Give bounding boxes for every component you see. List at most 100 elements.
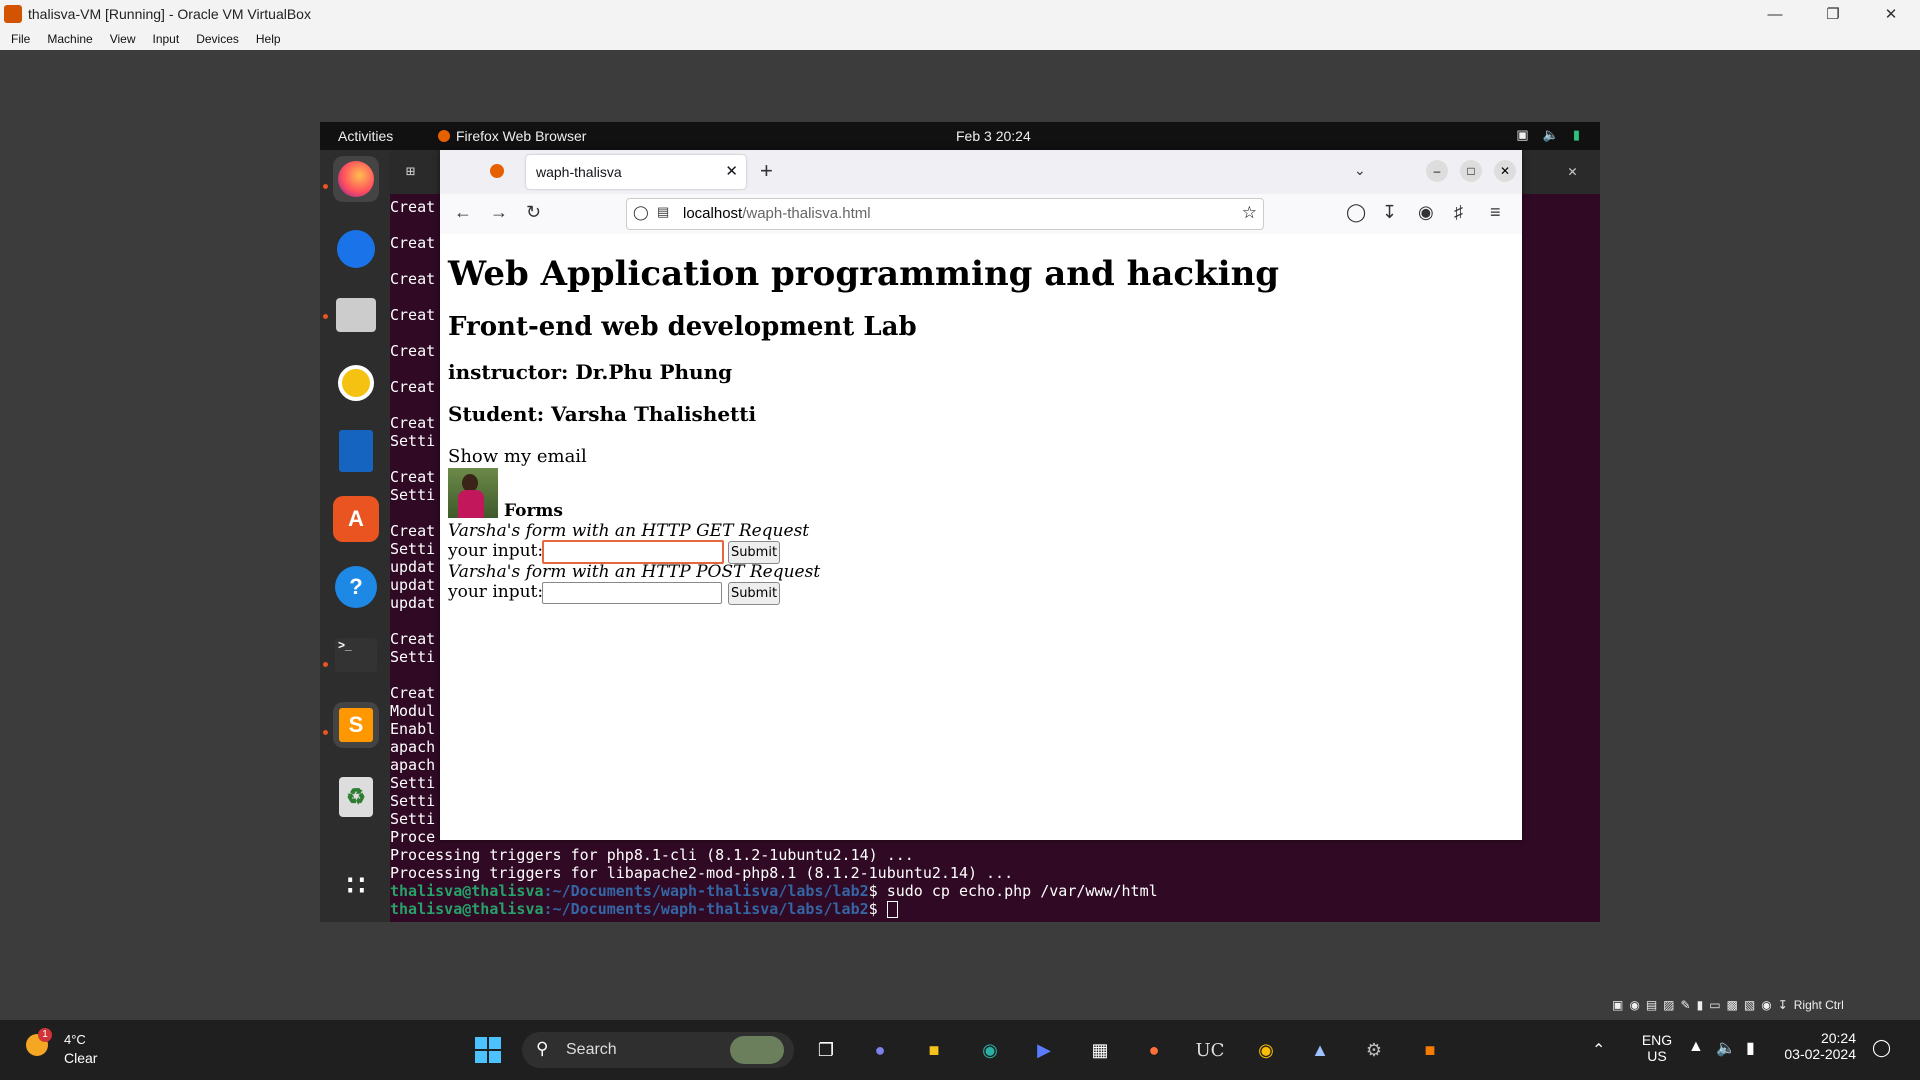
hard-disk-icon[interactable]: ▣	[1612, 998, 1623, 1012]
weather-desc: Clear	[64, 1050, 98, 1066]
menu-machine[interactable]: Machine	[36, 32, 98, 46]
show-email-text[interactable]: Show my email	[448, 446, 587, 467]
account-icon[interactable]: ◉	[1418, 202, 1434, 223]
lock-icon[interactable]: ▤	[657, 204, 669, 220]
post-submit-button[interactable]: Submit	[728, 582, 780, 605]
chrome-icon[interactable]: ◉	[1250, 1034, 1282, 1066]
terminal-prompt-line: thalisva@thalisva:~/Documents/waph-thali…	[390, 900, 898, 918]
ff-maximize-button[interactable]: □	[1460, 160, 1482, 182]
usb-icon[interactable]: ✎	[1681, 998, 1691, 1012]
firefox-view-icon[interactable]	[490, 164, 504, 178]
terminal-line: updat	[390, 576, 436, 594]
dock-trash[interactable]: ♻	[333, 774, 379, 820]
ff-minimize-button[interactable]: –	[1426, 160, 1448, 182]
wifi-icon[interactable]: ▲	[1688, 1038, 1704, 1056]
teams-chat-icon[interactable]: ●	[864, 1034, 896, 1066]
edge-icon[interactable]: ◉	[974, 1034, 1006, 1066]
forward-button[interactable]: →	[490, 202, 508, 223]
taskbar-date: 03-02-2024	[1784, 1046, 1856, 1062]
network-adapter-icon[interactable]: ▨	[1663, 998, 1674, 1012]
task-view-button[interactable]: ❐	[810, 1034, 842, 1066]
battery-charging-icon[interactable]: ▮	[1746, 1038, 1755, 1058]
page-content: Web Application programming and hacking …	[440, 234, 1522, 840]
menu-input[interactable]: Input	[142, 32, 186, 46]
display-icon[interactable]: ▭	[1709, 998, 1720, 1012]
menu-devices[interactable]: Devices	[185, 32, 245, 46]
tab-close-icon[interactable]: ✕	[725, 162, 738, 180]
settings-icon[interactable]: ⚙	[1358, 1034, 1390, 1066]
terminal-icon: >_	[335, 638, 377, 672]
clock-widget[interactable]: 20:24 03-02-2024	[1780, 1030, 1856, 1062]
post-input-label: your input:	[448, 582, 544, 602]
extensions-icon[interactable]: ♯	[1454, 202, 1463, 223]
show-hidden-icons-button[interactable]: ⌃	[1592, 1040, 1605, 1060]
new-tab-button[interactable]: +	[760, 158, 773, 184]
virtualbox-taskbar-icon[interactable]: ▲	[1304, 1034, 1336, 1066]
dock-sublime-text[interactable]: S	[333, 702, 379, 748]
terminal-cursor	[886, 901, 898, 918]
weather-widget[interactable]: 1 4°C Clear	[24, 1028, 124, 1070]
menu-view[interactable]: View	[99, 32, 142, 46]
url-bar[interactable]: ◯ ▤ localhost/waph-thalisva.html ☆	[626, 198, 1264, 230]
copilot-icon[interactable]: ▶	[1028, 1034, 1060, 1066]
dock-terminal[interactable]: >_	[333, 632, 379, 678]
dock-files[interactable]	[333, 292, 379, 338]
shared-folders-icon[interactable]: ▮	[1697, 998, 1704, 1012]
sublime-icon: S	[339, 708, 373, 742]
app-menu[interactable]: Firefox Web Browser	[438, 128, 586, 144]
list-all-tabs-icon[interactable]: ⌄	[1354, 162, 1366, 179]
terminal-line: updat	[390, 594, 436, 612]
terminal-line: Modul	[390, 702, 436, 720]
start-button[interactable]	[472, 1034, 504, 1066]
dock-help[interactable]: ?	[333, 564, 379, 610]
store-icon[interactable]: ▦	[1084, 1034, 1116, 1066]
downloads-icon[interactable]: ↧	[1382, 202, 1397, 223]
dock-app-center[interactable]: A	[333, 496, 379, 542]
activities-button[interactable]: Activities	[338, 128, 393, 144]
menu-help[interactable]: Help	[245, 32, 287, 46]
menu-file[interactable]: File	[0, 32, 36, 46]
reload-button[interactable]: ↻	[526, 202, 541, 223]
language-indicator[interactable]: ENG US	[1636, 1032, 1678, 1064]
terminal-line: Creat	[390, 468, 436, 486]
file-explorer-icon[interactable]: ■	[918, 1034, 950, 1066]
restore-button[interactable]: ❐	[1804, 0, 1862, 28]
minimize-button[interactable]: —	[1746, 0, 1804, 28]
post-input-field[interactable]	[542, 582, 722, 604]
get-input-field[interactable]	[542, 540, 724, 564]
get-submit-button[interactable]: Submit	[728, 541, 780, 564]
terminal-line: Creat	[390, 414, 436, 432]
dock-rhythmbox[interactable]	[333, 360, 379, 406]
firefox-taskbar-icon[interactable]: ●	[1138, 1034, 1170, 1066]
pocket-icon[interactable]: ◯	[1346, 202, 1366, 223]
dock-firefox[interactable]	[333, 156, 379, 202]
audio-icon[interactable]: ▤	[1646, 998, 1657, 1012]
dock-writer[interactable]	[333, 428, 379, 474]
menu-icon[interactable]: ≡	[1490, 202, 1501, 223]
search-box[interactable]: ⚲ Search	[522, 1032, 794, 1068]
university-app-icon[interactable]: UC	[1194, 1034, 1226, 1066]
optical-drive-icon[interactable]: ◉	[1629, 998, 1639, 1012]
mouse-integration-icon[interactable]: ◉	[1761, 998, 1771, 1012]
ff-close-button[interactable]: ✕	[1494, 160, 1516, 182]
url-path: /waph-thalisva.html	[742, 205, 871, 222]
firefox-window: waph-thalisva ✕ + ⌄ – □ ✕ ← → ↻ ◯ ▤ loca…	[440, 150, 1522, 840]
close-button[interactable]: ✕	[1862, 0, 1920, 28]
recording-icon[interactable]: ▩	[1727, 998, 1738, 1012]
shield-icon[interactable]: ◯	[633, 204, 649, 221]
terminal-line: Proce	[390, 828, 436, 846]
system-tray[interactable]: ▣ 🔈 ▮	[1516, 127, 1580, 143]
show-apps-button[interactable]: ∷	[333, 862, 379, 908]
vm-running-icon[interactable]: ■	[1414, 1034, 1446, 1066]
keyboard-icon[interactable]: ↧	[1778, 998, 1788, 1012]
dock-thunderbird[interactable]	[333, 226, 379, 272]
ubuntu-clock[interactable]: Feb 3 20:24	[956, 128, 1031, 144]
back-button[interactable]: ←	[454, 202, 472, 223]
notification-bell-icon[interactable]: ◯	[1872, 1038, 1891, 1058]
speaker-icon[interactable]: 🔈	[1716, 1038, 1736, 1058]
bookmark-star-icon[interactable]: ☆	[1242, 203, 1257, 223]
cpu-icon[interactable]: ▧	[1744, 998, 1755, 1012]
tab-waph-thalisva[interactable]: waph-thalisva ✕	[526, 155, 746, 189]
windows-icon	[475, 1037, 501, 1063]
firefox-nav-bar: ← → ↻ ◯ ▤ localhost/waph-thalisva.html ☆…	[440, 194, 1522, 235]
